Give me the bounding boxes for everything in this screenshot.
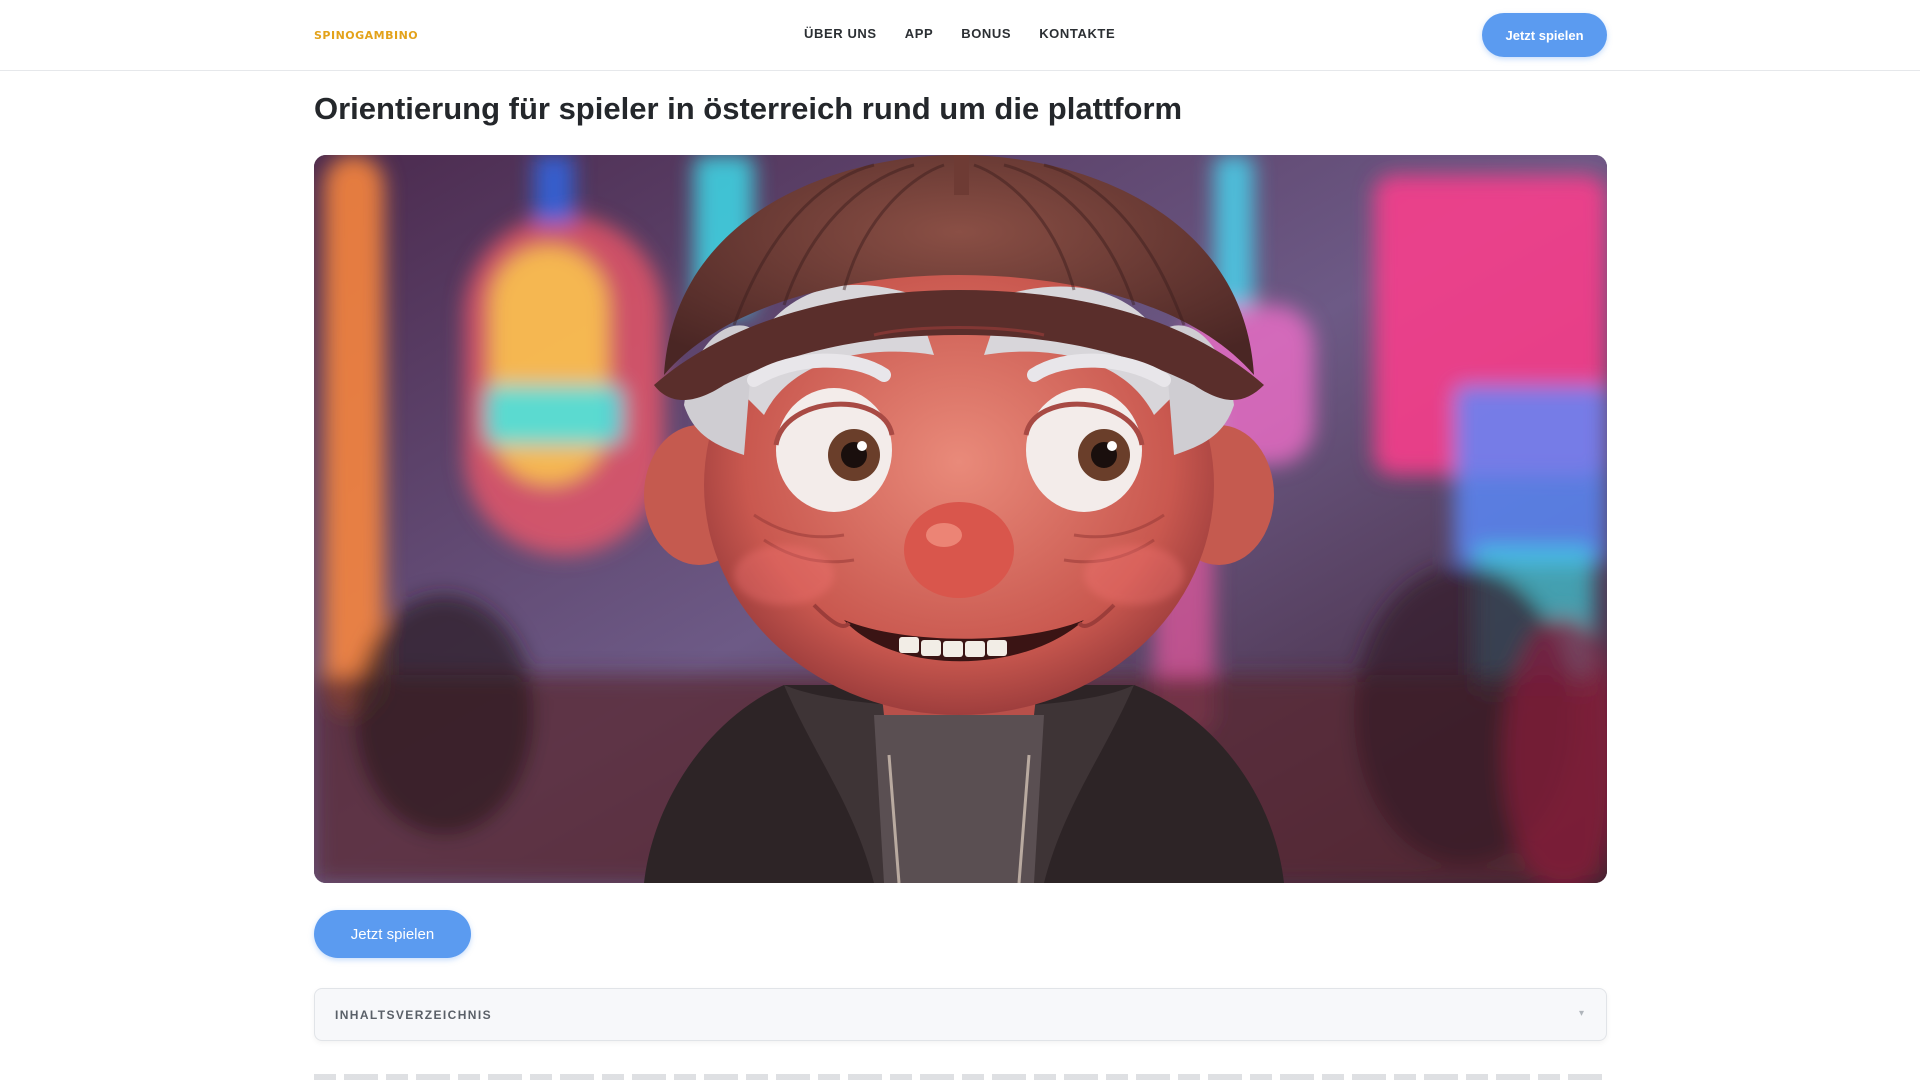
nav-item-ueber-uns[interactable]: ÜBER UNS (804, 26, 877, 41)
header-play-button[interactable]: Jetzt spielen (1482, 13, 1607, 57)
nav-item-kontakte[interactable]: KONTAKTE (1039, 26, 1115, 41)
article-intro-text (314, 1074, 1607, 1080)
hero-image (314, 155, 1607, 883)
site-logo[interactable]: SPINOGAMBINO (314, 29, 418, 42)
table-of-contents[interactable]: INHALTSVERZEICHNIS ▾ (314, 988, 1607, 1041)
page-title: Orientierung für spieler in österreich r… (314, 91, 1183, 126)
nav-item-app[interactable]: APP (905, 26, 934, 41)
cartoon-old-man-casino-image (314, 155, 1607, 883)
nav-item-bonus[interactable]: BONUS (961, 26, 1011, 41)
main-play-button[interactable]: Jetzt spielen (314, 910, 471, 958)
site-header: SPINOGAMBINO ÜBER UNS APP BONUS KONTAKTE… (0, 0, 1920, 71)
chevron-down-icon[interactable]: ▾ (1579, 1008, 1584, 1019)
main-nav: ÜBER UNS APP BONUS KONTAKTE (804, 26, 1115, 41)
toc-title: INHALTSVERZEICHNIS (335, 1008, 492, 1022)
